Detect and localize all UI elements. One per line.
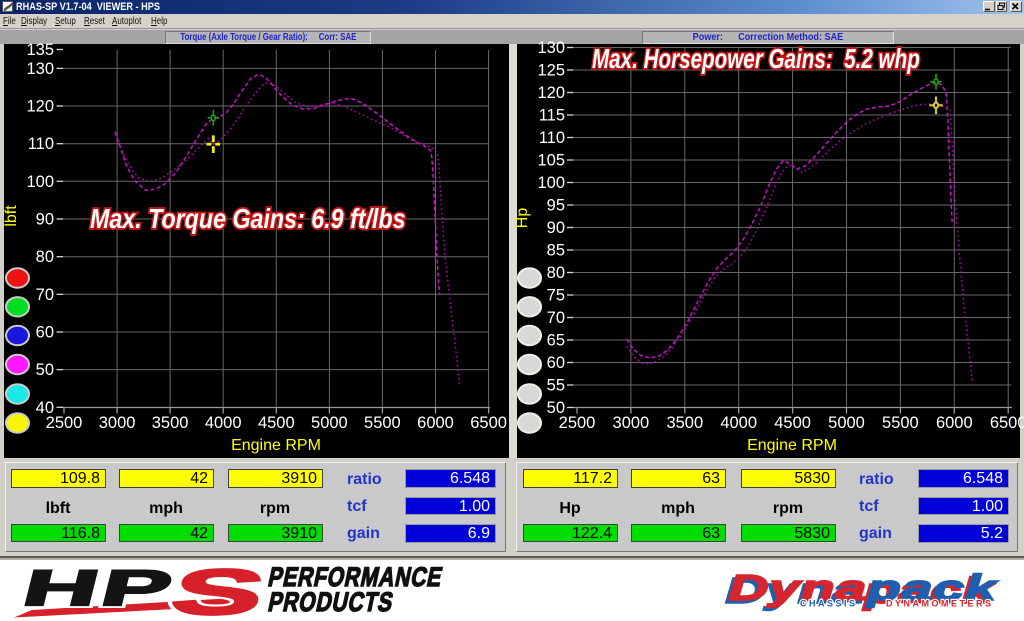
svg-text:4500: 4500	[774, 414, 811, 432]
svg-text:6500: 6500	[470, 414, 507, 432]
svg-text:2500: 2500	[46, 414, 83, 432]
svg-text:55: 55	[547, 377, 565, 395]
svg-text:S: S	[165, 560, 272, 621]
svg-text:6500: 6500	[990, 414, 1024, 432]
svg-text:80: 80	[36, 248, 54, 266]
svg-text:125: 125	[537, 62, 565, 80]
svg-text:Engine RPM: Engine RPM	[231, 437, 321, 454]
svg-text:90: 90	[36, 211, 54, 229]
svg-text:6000: 6000	[936, 414, 973, 432]
svg-text:130: 130	[537, 39, 565, 57]
svg-text:3500: 3500	[666, 414, 703, 432]
svg-text:120: 120	[26, 98, 54, 116]
svg-text:3000: 3000	[99, 414, 136, 432]
svg-text:65: 65	[547, 332, 565, 350]
svg-text:6000: 6000	[417, 414, 454, 432]
svg-text:90: 90	[547, 219, 565, 237]
svg-text:115: 115	[539, 107, 565, 125]
svg-text:Hp: Hp	[514, 208, 531, 229]
svg-text:120: 120	[537, 84, 565, 102]
svg-text:4000: 4000	[205, 414, 242, 432]
svg-text:50: 50	[36, 361, 54, 379]
svg-text:70: 70	[547, 309, 565, 327]
svg-text:80: 80	[547, 264, 565, 282]
svg-text:60: 60	[36, 324, 54, 342]
svg-text:95: 95	[547, 197, 565, 215]
svg-text:135: 135	[26, 41, 54, 59]
svg-text:110: 110	[539, 129, 565, 147]
svg-text:lbft: lbft	[3, 205, 20, 227]
svg-text:CHASSIS: CHASSIS	[800, 599, 858, 609]
svg-text:PRODUCTS: PRODUCTS	[266, 588, 397, 618]
svg-text:3500: 3500	[152, 414, 189, 432]
svg-text:60: 60	[547, 354, 565, 372]
svg-text:5000: 5000	[311, 414, 348, 432]
svg-text:100: 100	[537, 174, 565, 192]
svg-text:130: 130	[26, 60, 54, 78]
svg-text:5000: 5000	[828, 414, 865, 432]
svg-text:HP: HP	[17, 561, 181, 616]
svg-text:5500: 5500	[364, 414, 401, 432]
svg-text:110: 110	[28, 135, 54, 153]
svg-text:Engine RPM: Engine RPM	[747, 437, 837, 454]
svg-text:75: 75	[547, 287, 565, 305]
svg-text:DYNAMOMETERS: DYNAMOMETERS	[886, 599, 994, 609]
svg-text:85: 85	[547, 242, 565, 260]
svg-text:105: 105	[537, 152, 565, 170]
svg-text:70: 70	[36, 286, 54, 304]
svg-text:4500: 4500	[258, 414, 295, 432]
svg-text:100: 100	[26, 173, 54, 191]
svg-text:2500: 2500	[559, 414, 596, 432]
svg-text:5500: 5500	[882, 414, 919, 432]
svg-text:4000: 4000	[720, 414, 757, 432]
svg-text:3000: 3000	[613, 414, 650, 432]
